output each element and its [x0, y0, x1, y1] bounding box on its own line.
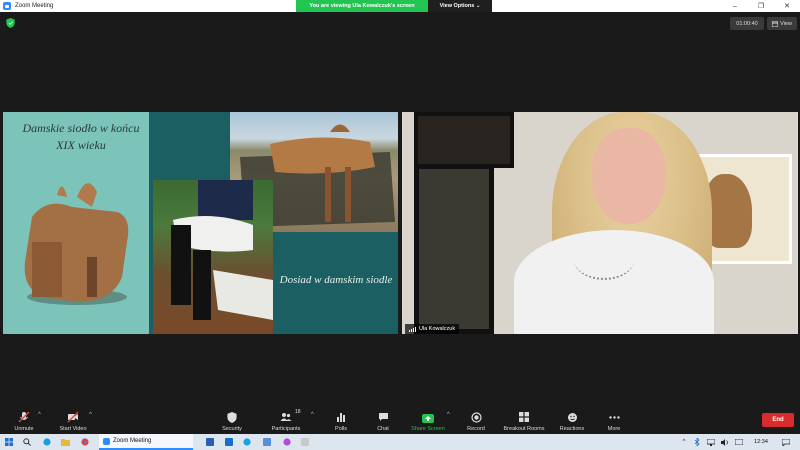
edge-browser-icon[interactable] [42, 436, 52, 448]
close-button[interactable]: ✕ [774, 0, 800, 12]
security-button[interactable]: Security [218, 406, 246, 434]
unmute-button[interactable]: Unmute [10, 406, 38, 434]
windows-taskbar: Zoom Meeting ^ 12:34 [0, 434, 800, 450]
polls-icon [335, 411, 347, 423]
messenger-icon[interactable] [282, 436, 292, 448]
muted-microphone-icon [18, 411, 30, 423]
chrome-browser-icon[interactable] [80, 436, 90, 448]
taskbar-clock: 12:34 [754, 439, 768, 445]
taskbar-zoom-label: Zoom Meeting [113, 438, 152, 444]
security-label: Security [222, 426, 242, 432]
network-icon[interactable] [706, 436, 716, 448]
start-video-button[interactable]: Start Video [55, 406, 91, 434]
shared-screen-slide: Damskie siodło w końcu XIX wieku Dosiad … [3, 112, 398, 334]
view-label: View [780, 20, 792, 27]
rider-illustration [171, 180, 273, 320]
participant-name-tag: Ula Kowalczuk [405, 324, 460, 334]
photos-icon[interactable] [300, 436, 310, 448]
tray-overflow-icon[interactable]: ^ [680, 436, 688, 448]
meeting-area: 01:00:40 View Damskie siodło w końcu XIX… [0, 12, 800, 406]
store-icon[interactable] [262, 436, 272, 448]
bluetooth-icon[interactable] [692, 436, 702, 448]
polls-button[interactable]: Polls [330, 406, 352, 434]
participants-count: 18 [295, 409, 301, 415]
participant-necklace [574, 240, 634, 280]
polls-label: Polls [335, 426, 347, 432]
viewing-screen-banner: You are viewing Ula Kowalczuk's screen [296, 0, 428, 12]
wall-painting-bottom [414, 164, 494, 334]
taskbar-zoom-meeting[interactable]: Zoom Meeting [99, 434, 193, 450]
keyboard-language-icon[interactable] [734, 436, 744, 448]
video-options-caret[interactable]: ^ [89, 412, 92, 418]
reactions-button[interactable]: Reactions [557, 406, 587, 434]
sidesaddle-photo [24, 183, 129, 305]
share-screen-label: Share Screen [411, 426, 445, 432]
share-screen-icon [422, 414, 434, 423]
video-off-icon [67, 411, 79, 423]
maximize-button[interactable]: ❐ [748, 0, 774, 12]
view-options-button[interactable]: View Options ⌄ [428, 0, 492, 12]
view-button[interactable]: View [767, 17, 797, 30]
zoom-taskbar-icon [103, 437, 110, 445]
volume-icon[interactable] [720, 436, 730, 448]
chat-label: Chat [377, 426, 389, 432]
zoom-app-icon [3, 2, 11, 10]
end-meeting-button[interactable]: End [762, 413, 794, 427]
participants-icon [280, 411, 292, 423]
record-icon [470, 411, 482, 423]
participant-face [592, 128, 666, 224]
record-button[interactable]: Record [463, 406, 489, 434]
meeting-toolbar: Unmute ^ Start Video ^ Security Particip… [0, 406, 800, 434]
chat-button[interactable]: Chat [372, 406, 394, 434]
shield-icon [226, 411, 238, 423]
window-controls: – ❐ ✕ [722, 0, 800, 12]
window-title: Zoom Meeting [15, 3, 54, 9]
more-dots-icon [608, 411, 620, 423]
slide-title-bottom: Dosiad w damskim siodle [279, 274, 393, 286]
word-icon[interactable] [205, 436, 215, 448]
record-label: Record [467, 426, 485, 432]
breakout-rooms-label: Breakout Rooms [503, 426, 545, 432]
notifications-icon[interactable] [780, 436, 792, 448]
participants-label: Participants [271, 426, 301, 432]
more-button[interactable]: More [603, 406, 625, 434]
reactions-label: Reactions [559, 426, 585, 432]
windows-start-icon[interactable] [4, 436, 14, 448]
wall-painting-top [414, 112, 514, 168]
smiley-icon [566, 411, 578, 423]
share-screen-button[interactable]: Share Screen [408, 406, 448, 434]
signal-strength-icon [409, 326, 416, 332]
audio-options-caret[interactable]: ^ [38, 412, 41, 418]
share-options-caret[interactable]: ^ [447, 412, 450, 418]
unmute-label: Unmute [14, 426, 34, 432]
start-video-label: Start Video [59, 426, 87, 432]
participants-options-caret[interactable]: ^ [311, 412, 314, 418]
slide-title-top: Damskie siodło w końcu XIX wieku [22, 121, 140, 153]
outlook-icon[interactable] [224, 436, 234, 448]
breakout-rooms-button[interactable]: Breakout Rooms [500, 406, 548, 434]
skype-icon[interactable] [242, 436, 252, 448]
participant-video[interactable] [402, 112, 798, 334]
file-explorer-icon[interactable] [60, 436, 70, 448]
security-shield-icon[interactable] [6, 18, 15, 28]
meeting-timer: 01:00:40 [730, 17, 764, 30]
more-label: More [607, 426, 621, 432]
minimize-button[interactable]: – [722, 0, 748, 12]
grid-view-icon [772, 20, 779, 27]
chat-bubble-icon [377, 411, 389, 423]
breakout-rooms-icon [518, 411, 530, 423]
search-icon[interactable] [22, 436, 32, 448]
rider-photo [153, 180, 273, 334]
participant-name: Ula Kowalczuk [419, 326, 456, 332]
